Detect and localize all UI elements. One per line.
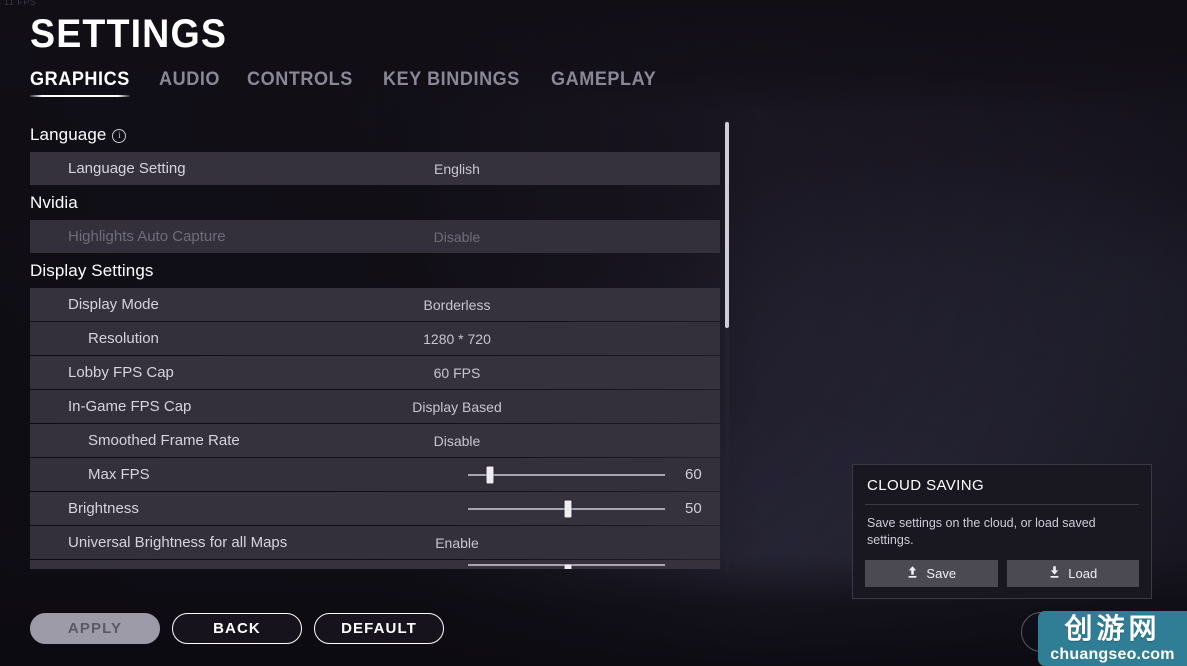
section-header-language: Language i	[30, 118, 720, 152]
cloud-saving-buttons: Save Load	[853, 549, 1151, 587]
slider-handle[interactable]	[486, 466, 494, 483]
settings-row-value: 60 FPS	[433, 364, 481, 381]
apply-button[interactable]: APPLY	[30, 613, 160, 644]
cloud-saving-title: CLOUD SAVING	[867, 477, 985, 494]
settings-row-label: Highlights Auto Capture	[68, 228, 226, 245]
settings-row-slider-value: 50	[685, 500, 702, 517]
settings-row[interactable]: In-Game FPS Cap Display Based	[30, 390, 720, 423]
settings-scrollbar[interactable]	[725, 120, 729, 572]
settings-row-value: 1280 * 720	[423, 330, 491, 347]
settings-row-value: Borderless	[423, 296, 491, 313]
section-header-label: Nvidia	[30, 193, 78, 212]
settings-row-slider[interactable]	[468, 560, 665, 569]
download-icon	[1048, 565, 1061, 582]
scrollbar-thumb[interactable]	[725, 122, 729, 328]
cloud-save-button[interactable]: Save	[865, 559, 998, 587]
site-watermark: 创游网 chuangseo.com	[1038, 611, 1187, 666]
upload-icon	[906, 565, 919, 582]
slider-track	[468, 500, 665, 517]
settings-row-label: Resolution	[88, 330, 159, 347]
settings-row[interactable]: Lobby FPS Cap 60 FPS	[30, 356, 720, 389]
settings-row-value: Disable	[433, 432, 481, 449]
tab-controls[interactable]: CONTROLS	[247, 69, 353, 99]
settings-row-label: Language Setting	[68, 160, 186, 177]
cloud-saving-description: Save settings on the cloud, or load save…	[867, 516, 1096, 547]
slider-handle[interactable]	[564, 564, 572, 569]
tab-graphics[interactable]: GRAPHICS	[30, 69, 130, 99]
slider-handle[interactable]	[564, 500, 572, 517]
tab-gameplay[interactable]: GAMEPLAY	[551, 69, 656, 99]
settings-row-value: Disable	[433, 228, 481, 245]
settings-row[interactable]: Language Setting English	[30, 152, 720, 185]
back-button[interactable]: BACK	[172, 613, 302, 644]
slider-track	[468, 466, 665, 483]
settings-screen: 11 FPS SETTINGS GRAPHICS AUDIO CONTROLS KEY…	[0, 0, 1187, 666]
fps-overlay-artifact: 11 FPS	[4, 0, 37, 7]
settings-row-value: Enable	[435, 534, 479, 551]
watermark-chinese-text: 创游网	[1064, 611, 1161, 645]
cloud-saving-panel: CLOUD SAVING Save settings on the cloud,…	[852, 464, 1152, 599]
settings-row-label: Smoothed Frame Rate	[88, 432, 240, 449]
section-header-display-settings: Display Settings	[30, 254, 720, 288]
settings-row-label: Brightness	[68, 500, 139, 517]
settings-row[interactable]: Universal Brightness for all Maps Enable	[30, 526, 720, 559]
cloud-load-button[interactable]: Load	[1006, 559, 1139, 587]
watermark-url-text: chuangseo.com	[1050, 645, 1175, 663]
default-button[interactable]: DEFAULT	[314, 613, 444, 644]
settings-row-label: Max FPS	[88, 466, 150, 483]
settings-row-label: Lobby FPS Cap	[68, 364, 174, 381]
settings-header: SETTINGS GRAPHICS AUDIO CONTROLS KEY BINDIN…	[30, 14, 662, 99]
settings-row-label: In-Game FPS Cap	[68, 398, 192, 415]
settings-row[interactable]: Display Mode Borderless	[30, 288, 720, 321]
section-header-label: Display Settings	[30, 261, 154, 280]
page-title: SETTINGS	[30, 12, 228, 56]
settings-row[interactable]: Resolution 1280 * 720	[30, 322, 720, 355]
settings-list: Language i Language Setting English Nvidia Hi…	[30, 118, 720, 578]
tab-bar: GRAPHICS AUDIO CONTROLS KEY BINDINGS GAMEPLA…	[30, 69, 662, 99]
section-header-nvidia: Nvidia	[30, 186, 720, 220]
settings-row[interactable]: Brightness 50	[30, 492, 720, 525]
info-icon[interactable]: i	[112, 129, 127, 143]
tab-key-bindings[interactable]: KEY BINDINGS	[383, 69, 520, 99]
action-buttons: APPLY BACK DEFAULT	[30, 613, 444, 644]
settings-row-label: Display Mode	[68, 296, 159, 313]
slider-track	[468, 563, 665, 569]
cloud-load-label: Load	[1068, 565, 1098, 581]
settings-row-label: Universal Brightness for all Maps	[68, 534, 288, 551]
settings-row[interactable]: Max FPS 60	[30, 458, 720, 491]
settings-row-value: English	[434, 160, 480, 177]
tab-audio[interactable]: AUDIO	[159, 69, 220, 99]
cloud-save-label: Save	[926, 565, 957, 581]
section-header-label: Language	[30, 125, 107, 144]
settings-row-slider-value: 60	[685, 466, 702, 483]
settings-row[interactable]: Highlights Auto Capture Disable	[30, 220, 720, 253]
settings-row-slider[interactable]	[468, 458, 665, 491]
settings-row[interactable]	[30, 560, 720, 569]
settings-row[interactable]: Smoothed Frame Rate Disable	[30, 424, 720, 457]
settings-row-slider[interactable]	[468, 492, 665, 525]
settings-row-value: Display Based	[412, 398, 502, 415]
